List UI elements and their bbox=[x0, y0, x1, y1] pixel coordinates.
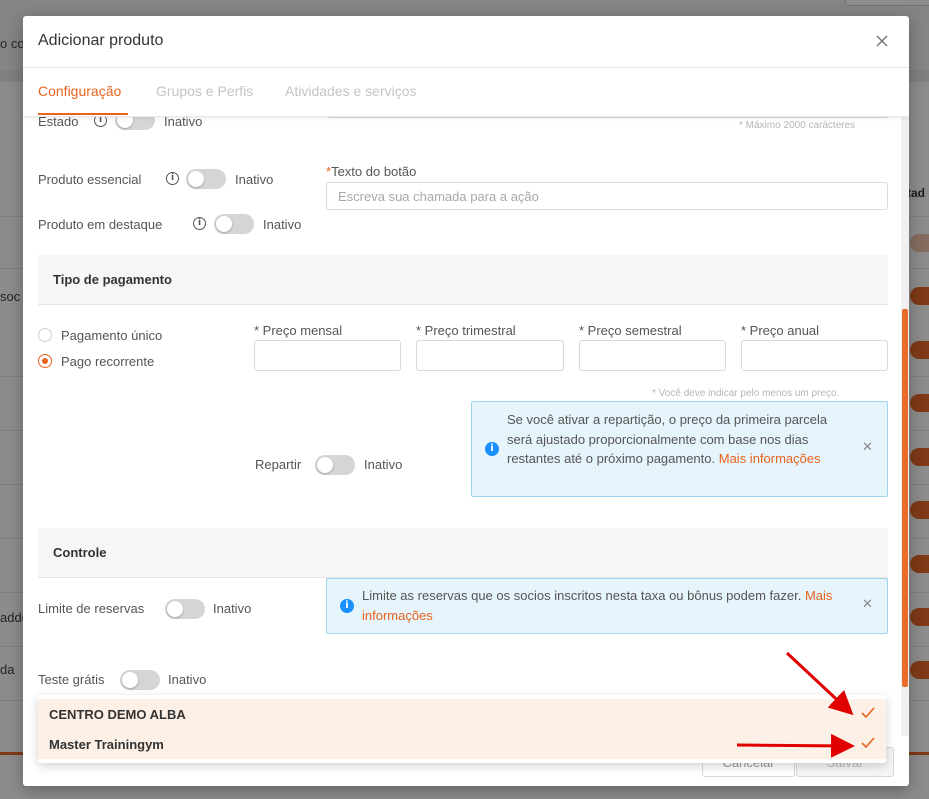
preco-semestral-label: * Preço semestral bbox=[579, 323, 682, 338]
check-icon bbox=[861, 707, 875, 719]
add-product-modal: Adicionar produto Configuração Grupos e … bbox=[23, 16, 909, 786]
center-select-dropdown: CENTRO DEMO ALBA Master Trainingym bbox=[38, 695, 886, 763]
produto-destaque-state: Inativo bbox=[263, 217, 302, 232]
estado-state: Inativo bbox=[164, 116, 203, 129]
char-limit-hint: * Máximo 2000 carácteres bbox=[739, 120, 856, 131]
limite-alert-text: Limite as reservas que os socios inscrit… bbox=[362, 586, 862, 625]
preco-mensal-label: * Preço mensal bbox=[254, 323, 343, 338]
teste-gratis-toggle[interactable] bbox=[120, 670, 160, 690]
info-icon: i bbox=[193, 217, 206, 230]
tab-configuracao[interactable]: Configuração bbox=[38, 83, 121, 99]
preco-semestral-input[interactable] bbox=[579, 340, 726, 371]
limite-alert-message: Limite as reservas que os socios inscrit… bbox=[362, 588, 802, 603]
preco-mensal-input[interactable] bbox=[254, 340, 401, 371]
close-icon[interactable]: ✕ bbox=[862, 440, 873, 455]
info-icon: i bbox=[340, 599, 354, 613]
modal-header: Adicionar produto bbox=[23, 16, 909, 68]
repartir-state: Inativo bbox=[364, 457, 403, 472]
info-icon: i bbox=[166, 172, 179, 185]
radio-pagamento-unico[interactable] bbox=[38, 328, 52, 342]
estado-toggle[interactable] bbox=[115, 116, 155, 130]
option-label: CENTRO DEMO ALBA bbox=[49, 707, 186, 722]
produto-destaque-toggle[interactable] bbox=[214, 214, 254, 234]
modal-tabs: Configuração Grupos e Perfis Atividades … bbox=[23, 68, 909, 117]
option-label: Master Trainingym bbox=[49, 737, 164, 752]
dropdown-option[interactable]: CENTRO DEMO ALBA bbox=[38, 699, 886, 729]
modal-body: Estado i Inativo * Máximo 2000 caráctere… bbox=[23, 116, 909, 786]
radio-pago-recorrente[interactable] bbox=[38, 354, 52, 368]
more-info-link[interactable]: Mais informações bbox=[719, 451, 821, 466]
payment-section-header: Tipo de pagamento bbox=[38, 255, 888, 305]
repartir-label: Repartir bbox=[255, 457, 302, 472]
preco-anual-label: * Preço anual bbox=[741, 323, 820, 338]
limite-reservas-label: Limite de reservas bbox=[38, 601, 145, 616]
produto-essencial-state: Inativo bbox=[235, 172, 274, 187]
price-hint: * Você deve indicar pelo menos um preço. bbox=[652, 388, 840, 399]
tab-atividades-e-servicos[interactable]: Atividades e serviços bbox=[285, 83, 417, 99]
pagamento-unico-label[interactable]: Pagamento único bbox=[61, 328, 162, 343]
button-text-label-text: Texto do botão bbox=[331, 164, 417, 179]
limite-reservas-toggle[interactable] bbox=[165, 599, 205, 619]
dropdown-option[interactable]: Master Trainingym bbox=[38, 729, 886, 759]
button-text-label: *Texto do botão bbox=[326, 164, 416, 179]
control-section-title: Controle bbox=[53, 545, 107, 560]
produto-essencial-label: Produto essencial bbox=[38, 172, 142, 187]
close-icon[interactable] bbox=[872, 31, 892, 51]
check-icon bbox=[861, 737, 875, 749]
estado-label: Estado bbox=[38, 116, 79, 129]
active-tab-indicator bbox=[38, 113, 128, 115]
preco-trimestral-input[interactable] bbox=[416, 340, 564, 371]
pago-recorrente-label[interactable]: Pago recorrente bbox=[61, 354, 154, 369]
control-section-header: Controle bbox=[38, 528, 888, 578]
teste-gratis-label: Teste grátis bbox=[38, 672, 105, 687]
payment-section-title: Tipo de pagamento bbox=[53, 272, 172, 287]
produto-essencial-toggle[interactable] bbox=[186, 169, 226, 189]
scrollbar-thumb[interactable] bbox=[902, 309, 908, 687]
info-icon: i bbox=[94, 116, 107, 127]
repartir-alert-text: Se você ativar a repartição, o preço da … bbox=[507, 410, 852, 469]
limite-info-alert: i Limite as reservas que os socios inscr… bbox=[326, 578, 888, 634]
produto-destaque-label: Produto em destaque bbox=[38, 217, 163, 232]
repartir-toggle[interactable] bbox=[315, 455, 355, 475]
info-icon: i bbox=[485, 442, 499, 456]
close-icon[interactable]: ✕ bbox=[862, 597, 873, 612]
repartir-info-alert: i Se você ativar a repartição, o preço d… bbox=[471, 401, 888, 497]
modal-title: Adicionar produto bbox=[38, 32, 164, 49]
button-text-input[interactable] bbox=[326, 182, 888, 210]
teste-gratis-state: Inativo bbox=[168, 672, 207, 687]
limite-reservas-state: Inativo bbox=[213, 601, 252, 616]
tab-grupos-e-perfis[interactable]: Grupos e Perfis bbox=[156, 83, 253, 99]
preco-trimestral-label: * Preço trimestral bbox=[416, 323, 516, 338]
preco-anual-input[interactable] bbox=[741, 340, 888, 371]
